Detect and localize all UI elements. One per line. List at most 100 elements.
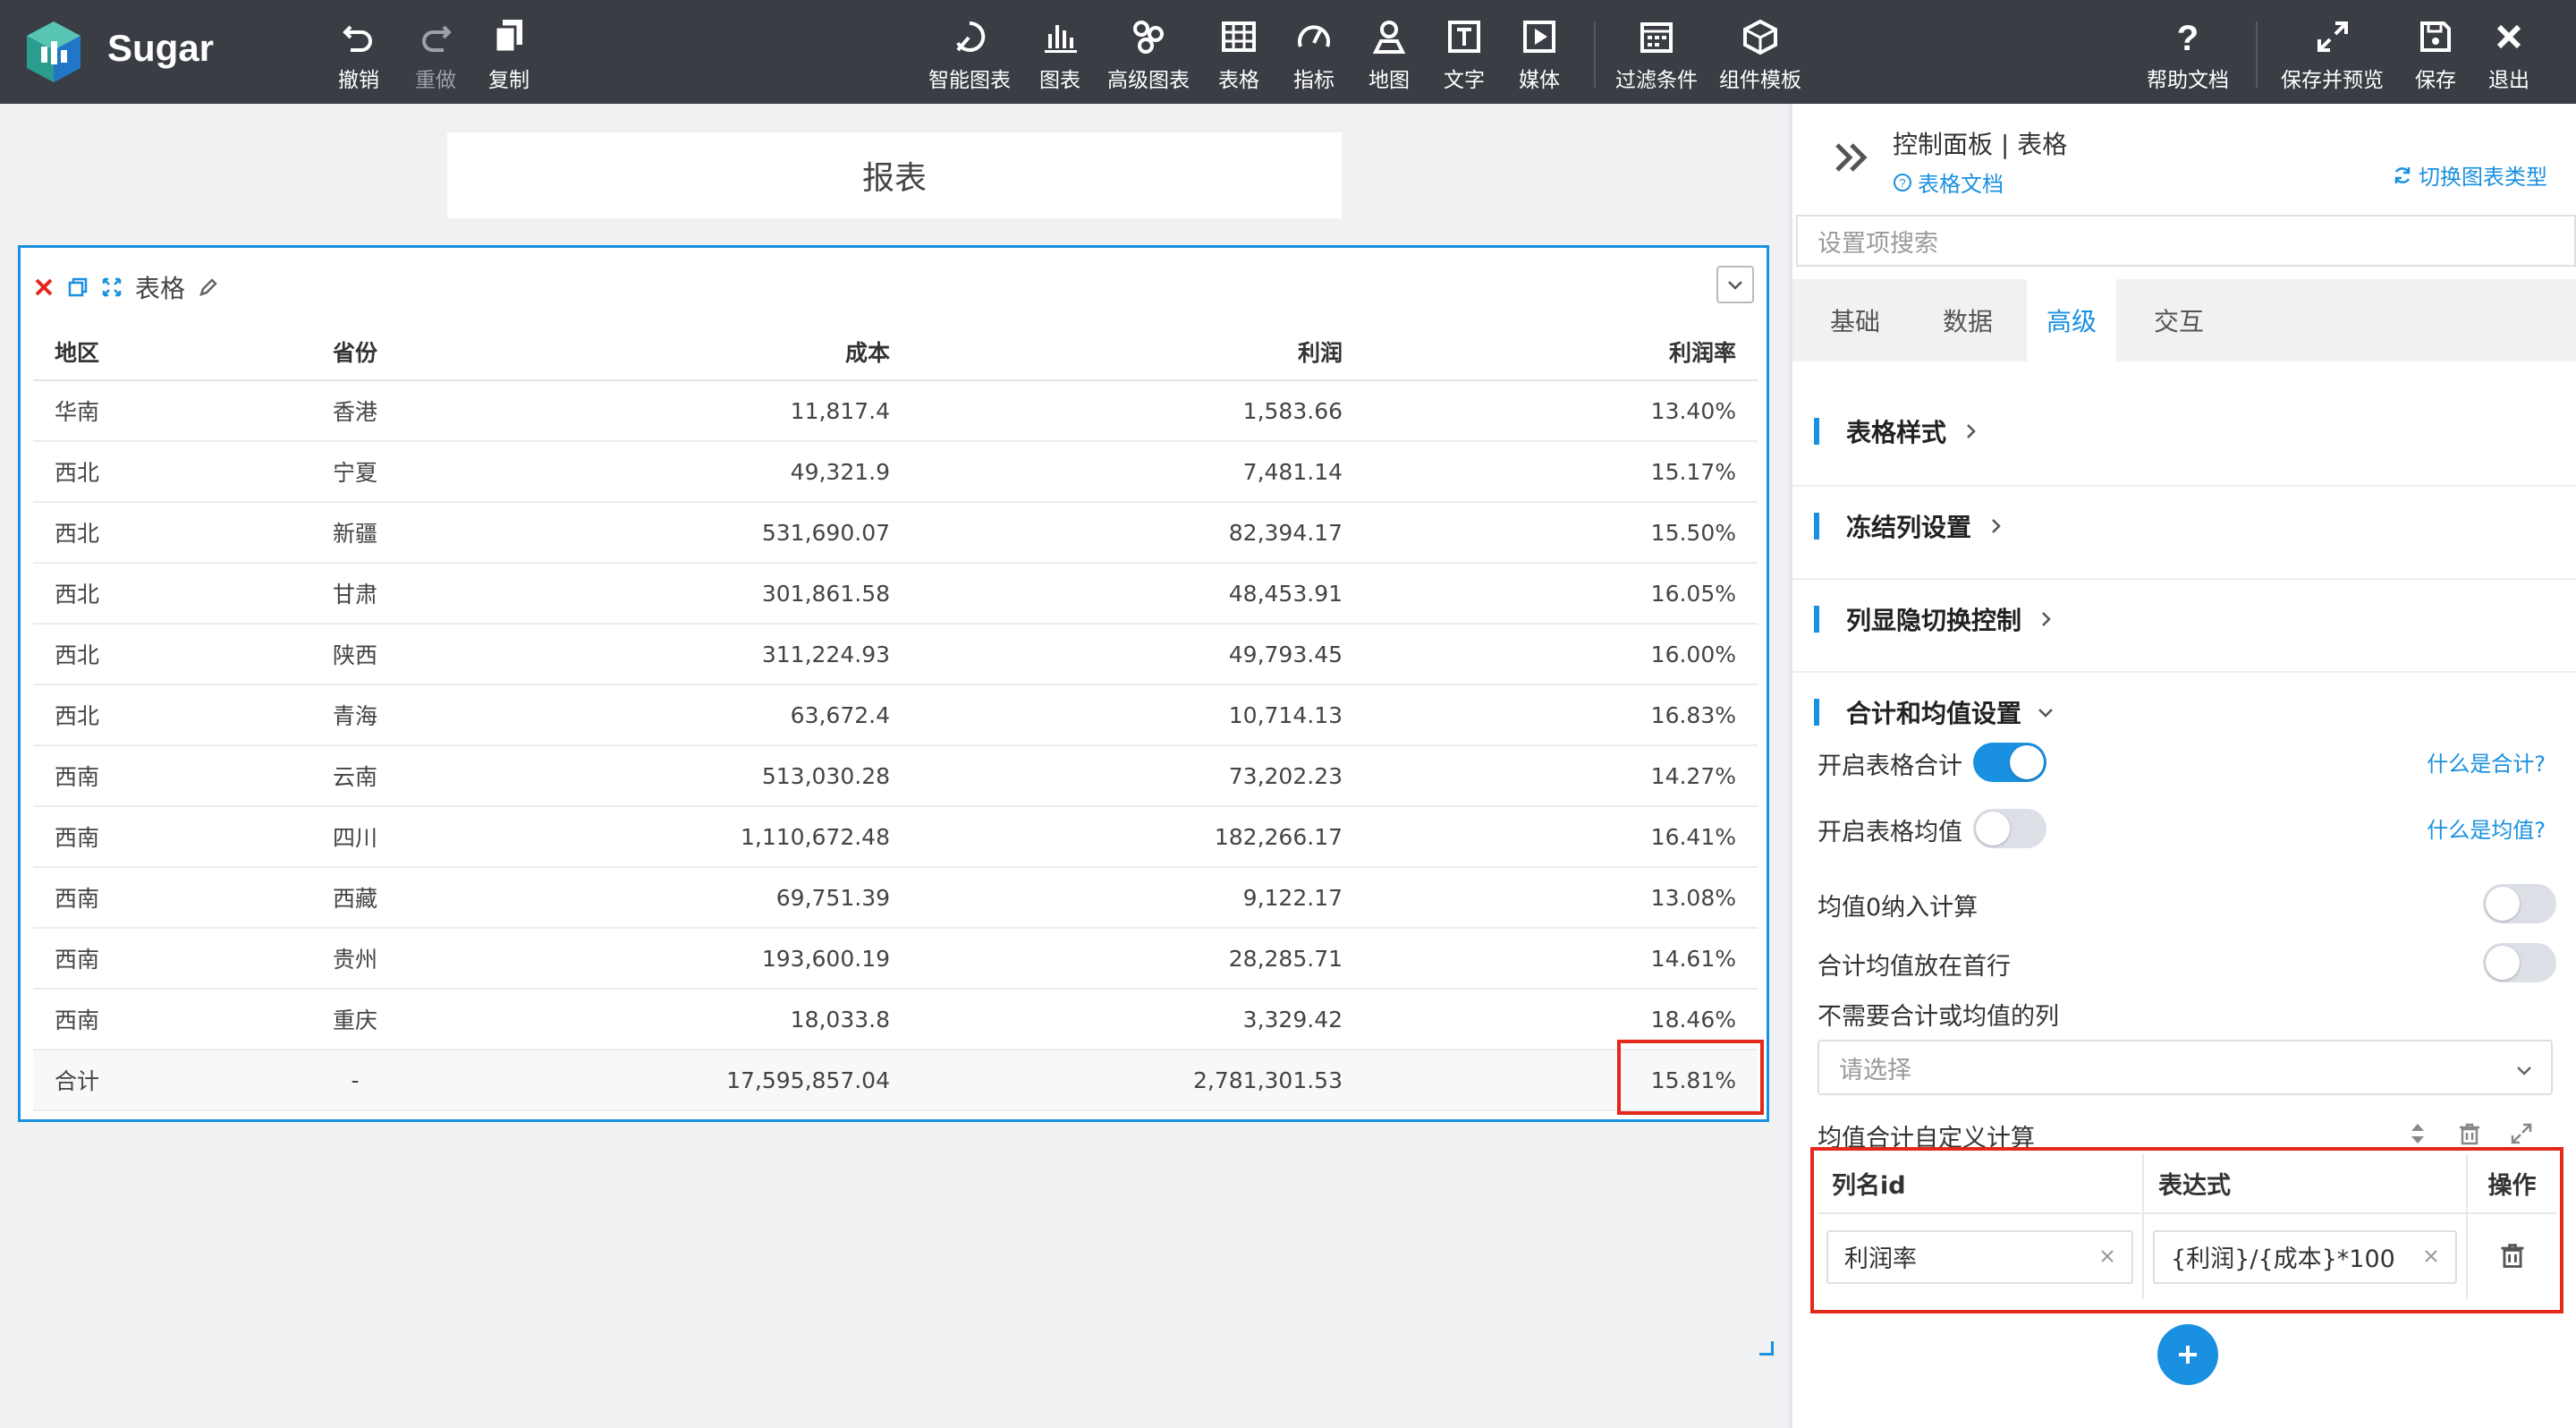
- section-freeze-columns[interactable]: 冻结列设置: [1814, 508, 2005, 544]
- column-header[interactable]: 地区: [33, 323, 212, 381]
- column-id-input[interactable]: 利润率: [1826, 1229, 2133, 1284]
- enable-avg-toggle[interactable]: [1973, 809, 2046, 848]
- svg-text:?: ?: [1899, 176, 1905, 190]
- divider: [1792, 578, 2576, 580]
- undo-button[interactable]: 撤销: [338, 16, 379, 93]
- widget-menu-dropdown[interactable]: [1716, 266, 1754, 303]
- component-template-button[interactable]: 组件模板: [1719, 16, 1801, 93]
- table-row: 西南 四川 1,110,672.48 182,266.17 16.41%: [33, 806, 1758, 868]
- table-cell: 西南: [33, 989, 212, 1050]
- what-is-avg-link[interactable]: 什么是均值?: [2427, 812, 2546, 844]
- sort-icon[interactable]: [2404, 1120, 2431, 1147]
- table-cell: 531,690.07: [498, 502, 911, 564]
- tab-advanced[interactable]: 高级: [2027, 279, 2116, 361]
- tab-interaction[interactable]: 交互: [2125, 279, 2233, 361]
- toggle-knob: [2010, 745, 2044, 779]
- table-cell: 63,672.4: [498, 684, 911, 746]
- table-row: 西北 青海 63,672.4 10,714.13 16.83%: [33, 684, 1758, 746]
- enable-sum-label: 开启表格合计: [1818, 752, 1962, 780]
- sum-first-toggle[interactable]: [2483, 943, 2556, 982]
- clear-icon[interactable]: [2421, 1246, 2441, 1266]
- smart-chart-icon: [956, 21, 986, 52]
- table-cell: 182,266.17: [911, 806, 1364, 868]
- exclude-columns-select[interactable]: 请选择: [1818, 1040, 2553, 1095]
- filter-calendar-icon: [1640, 22, 1673, 53]
- metric-button[interactable]: 指标: [1293, 16, 1335, 93]
- save-preview-button[interactable]: 保存并预览: [2281, 16, 2384, 93]
- table-cell: 1,110,672.48: [498, 806, 911, 868]
- what-is-sum-link[interactable]: 什么是合计?: [2427, 746, 2546, 778]
- section-table-style[interactable]: 表格样式: [1814, 413, 1980, 449]
- add-custom-calc-button[interactable]: [2157, 1324, 2218, 1385]
- table-row: 华南 香港 11,817.4 1,583.66 13.40%: [33, 380, 1758, 442]
- enable-sum-toggle[interactable]: [1973, 743, 2046, 782]
- expression-input[interactable]: {利润}/{成本}*100: [2153, 1229, 2457, 1284]
- table-cell: 311,224.93: [498, 624, 911, 685]
- tab-data[interactable]: 数据: [1918, 279, 2018, 361]
- table-cell: 11,817.4: [498, 380, 911, 442]
- toggle-knob: [2486, 887, 2520, 921]
- save-button[interactable]: 保存: [2415, 16, 2456, 93]
- text-button[interactable]: 文字: [1444, 16, 1485, 93]
- map-button[interactable]: 地图: [1368, 16, 1410, 93]
- table-cell: 301,861.58: [498, 563, 911, 625]
- column-id-cell: 利润率: [1818, 1213, 2144, 1299]
- chart-button[interactable]: 图表: [1039, 16, 1080, 93]
- fullscreen-icon[interactable]: [101, 276, 123, 298]
- filter-button[interactable]: 过滤条件: [1615, 16, 1698, 93]
- avg-zero-toggle[interactable]: [2483, 884, 2556, 923]
- table-cell: 2,781,301.53: [911, 1050, 1364, 1111]
- table-doc-link[interactable]: ? 表格文档: [1893, 166, 2004, 198]
- exit-button[interactable]: 退出: [2488, 16, 2529, 93]
- copy-button[interactable]: 复制: [488, 16, 530, 93]
- section-column-toggle[interactable]: 列显隐切换控制: [1814, 601, 2055, 637]
- table-button[interactable]: 表格: [1218, 16, 1259, 93]
- smart-chart-button[interactable]: 智能图表: [928, 16, 1011, 93]
- help-circle-icon: ?: [1894, 173, 1911, 191]
- help-button[interactable]: ? 帮助文档: [2147, 16, 2229, 93]
- advanced-chart-icon: [1133, 21, 1164, 54]
- table-cell: 甘肃: [212, 563, 498, 625]
- column-header: 操作: [2467, 1154, 2556, 1214]
- table-cell: 69,751.39: [498, 867, 911, 929]
- report-title[interactable]: 报表: [447, 132, 1342, 218]
- redo-button[interactable]: 重做: [415, 16, 456, 93]
- custom-calc-actions: [2404, 1118, 2535, 1149]
- column-header[interactable]: 利润率: [1364, 323, 1758, 381]
- media-button[interactable]: 媒体: [1519, 16, 1560, 93]
- settings-search-input[interactable]: 设置项搜索: [1796, 215, 2576, 267]
- resize-handle[interactable]: [1759, 1341, 1774, 1356]
- plus-icon: [2179, 1346, 2197, 1364]
- action-cell: [2467, 1213, 2556, 1299]
- column-header[interactable]: 利润: [911, 323, 1364, 381]
- duplicate-icon[interactable]: [67, 276, 89, 298]
- table-cell: 28,285.71: [911, 928, 1364, 990]
- table-cell: 15.50%: [1364, 502, 1758, 564]
- collapse-panel-icon[interactable]: [1832, 138, 1871, 177]
- toggle-knob: [1976, 812, 2010, 846]
- table-cell: 西北: [33, 502, 212, 564]
- clear-icon[interactable]: [2097, 1246, 2117, 1266]
- column-header: 表达式: [2143, 1154, 2468, 1214]
- switch-chart-type-link[interactable]: 切换图表类型: [2392, 159, 2547, 191]
- trash-icon[interactable]: [2456, 1120, 2483, 1147]
- column-header[interactable]: 省份: [212, 323, 498, 381]
- expand-icon[interactable]: [2508, 1120, 2535, 1147]
- toolbar-divider: [1594, 21, 1596, 88]
- delete-icon[interactable]: [33, 276, 55, 298]
- column-header[interactable]: 成本: [498, 323, 911, 381]
- table-cell: 西南: [33, 745, 212, 807]
- table-cell: 16.00%: [1364, 624, 1758, 685]
- tab-basic[interactable]: 基础: [1792, 279, 1918, 361]
- close-icon: [2496, 24, 2521, 49]
- section-sum-avg[interactable]: 合计和均值设置: [1814, 694, 2055, 730]
- table-cell: 193,600.19: [498, 928, 911, 990]
- table-widget[interactable]: 表格 地区 省份 成本 利润 利润率 华南 香港 11,817.4 1,583.66 1…: [18, 245, 1774, 1356]
- exclude-columns-label: 不需要合计或均值的列: [1818, 1003, 2059, 1031]
- advanced-chart-button[interactable]: 高级图表: [1107, 16, 1190, 93]
- table-icon: [1222, 21, 1256, 52]
- edit-pencil-icon[interactable]: [198, 276, 219, 298]
- trash-icon[interactable]: [2497, 1240, 2528, 1271]
- table-cell: -: [212, 1050, 498, 1111]
- undo-icon: [343, 25, 372, 52]
